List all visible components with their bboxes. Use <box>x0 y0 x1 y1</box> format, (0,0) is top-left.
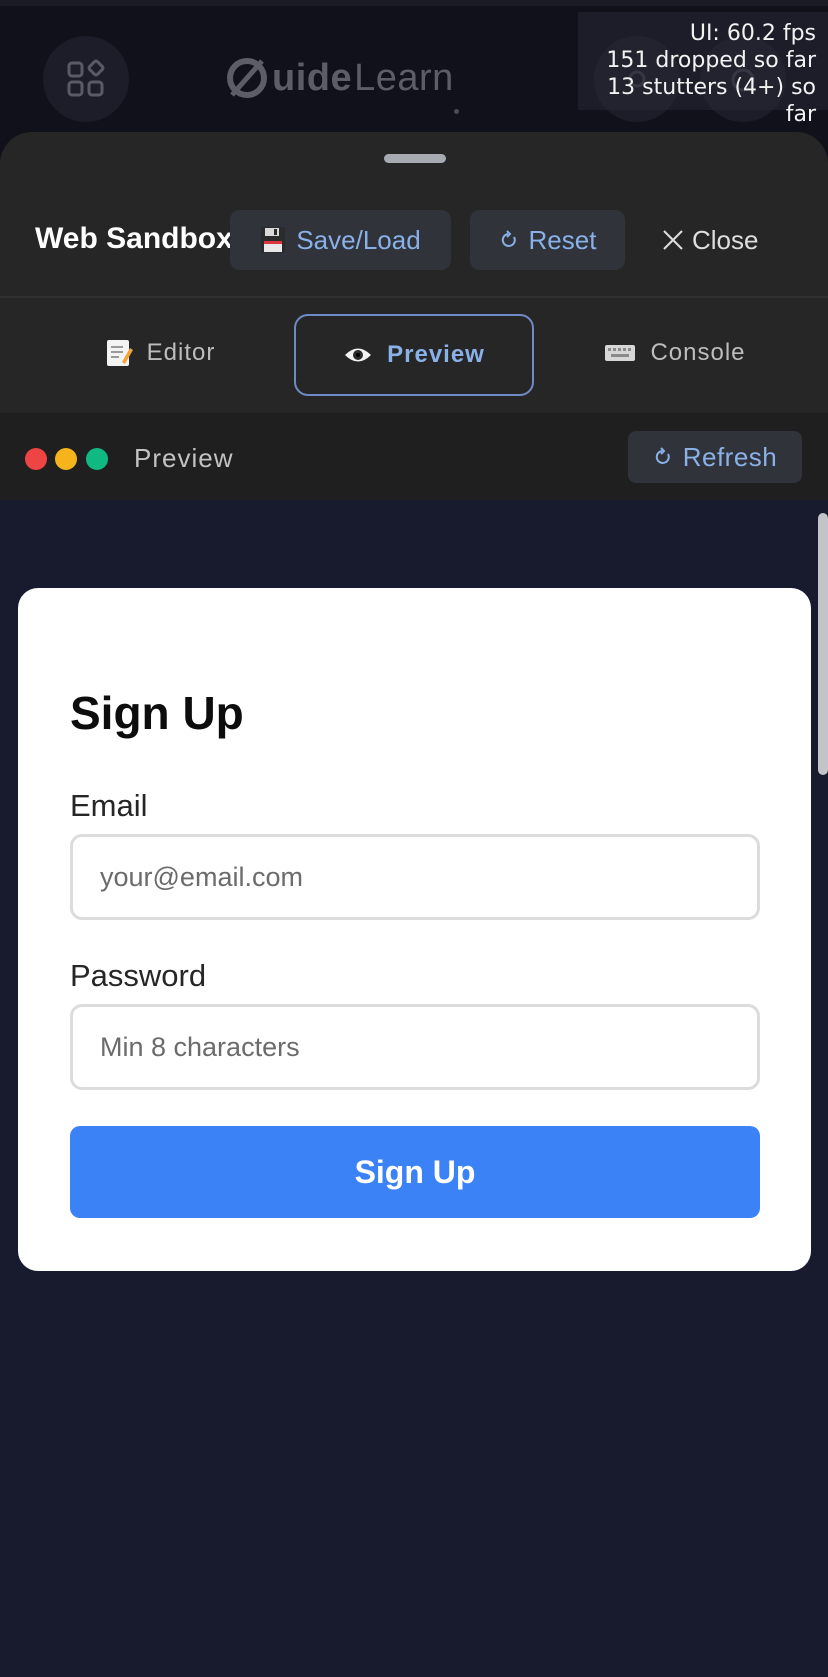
window-dot-green <box>86 448 108 470</box>
tab-editor-label: Editor <box>146 339 216 366</box>
memo-icon <box>106 340 133 366</box>
dropped-frames-line: 151 dropped so far <box>606 48 816 73</box>
sign-up-button[interactable]: Sign Up <box>70 1126 760 1218</box>
email-input[interactable] <box>70 834 760 920</box>
logo-text-secondary: Learn <box>354 56 454 99</box>
tab-preview[interactable]: Preview <box>294 314 534 396</box>
sheet-header: Web Sandbox Save/Load Reset Close <box>0 208 828 276</box>
refresh-button[interactable]: Refresh <box>628 431 802 483</box>
reset-label: Reset <box>528 224 597 255</box>
keyboard-icon <box>605 345 636 361</box>
close-icon <box>663 230 683 250</box>
preview-scrollbar[interactable] <box>818 513 828 775</box>
signup-title: Sign Up <box>70 687 244 739</box>
logo-dot <box>454 109 459 114</box>
password-input[interactable] <box>70 1004 760 1090</box>
email-label: Email <box>70 788 148 823</box>
tab-preview-label: Preview <box>387 341 485 368</box>
save-load-label: Save/Load <box>296 224 421 255</box>
preview-toolbar: Preview Refresh <box>0 413 828 500</box>
preview-title: Preview <box>134 443 234 473</box>
signup-card: Sign Up Email Password Sign Up <box>18 588 811 1271</box>
apps-menu-button[interactable] <box>43 36 129 122</box>
reset-arrow-icon <box>501 230 516 247</box>
tab-console[interactable]: Console <box>600 298 750 408</box>
tab-editor[interactable]: Editor <box>95 298 225 408</box>
floppy-disk-icon <box>261 227 286 253</box>
eye-icon <box>345 348 372 362</box>
tab-console-label: Console <box>650 339 746 366</box>
apps-grid-icon <box>67 59 105 97</box>
password-label: Password <box>70 958 207 993</box>
app-logo: uide Learn <box>224 50 454 106</box>
refresh-label: Refresh <box>682 441 778 472</box>
refresh-icon <box>655 447 670 464</box>
save-load-button[interactable]: Save/Load <box>230 210 451 270</box>
window-dot-red <box>25 448 47 470</box>
close-button[interactable]: Close <box>662 210 782 270</box>
status-strip <box>0 0 828 6</box>
reset-button[interactable]: Reset <box>470 210 625 270</box>
logo-text-primary: uide <box>272 56 353 99</box>
close-label: Close <box>692 224 759 255</box>
fps-line: UI: 60.2 fps <box>689 21 816 46</box>
stutters-line: 13 stutters (4+) so far <box>607 75 816 127</box>
fps-overlay: UI: 60.2 fps 151 dropped so far 13 stutt… <box>578 12 828 127</box>
sheet-title: Web Sandbox <box>35 222 233 255</box>
window-dot-yellow <box>55 448 77 470</box>
screen: uide Learn UI: 60.2 fps 151 dropped so fa… <box>0 0 828 1677</box>
logo-mark-icon <box>227 58 267 98</box>
drag-handle[interactable] <box>384 154 446 163</box>
